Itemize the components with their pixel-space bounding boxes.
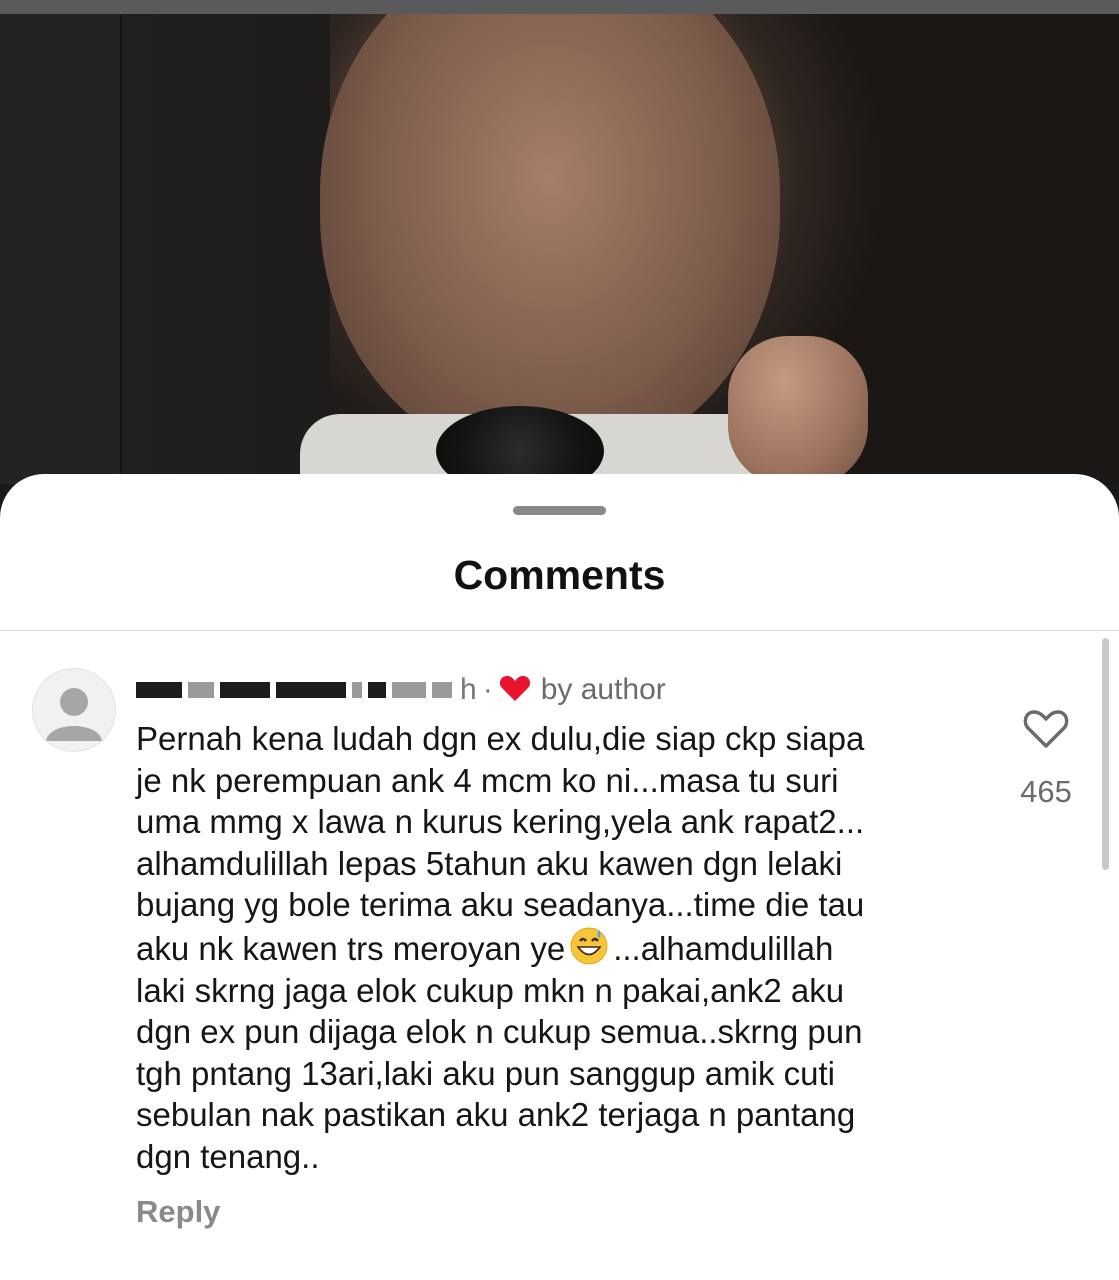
divider [0,630,1119,631]
comment-line: ...alhamdulillah [613,929,834,967]
comment-body: Pernah kena ludah dgn ex dulu,die siap c… [136,718,976,1178]
reply-button[interactable]: Reply [136,1194,220,1230]
comment-line: sebulan nak pastikan aku ank2 terjaga n … [136,1096,856,1134]
video-background [0,14,330,484]
comment-line: je nk perempuan ank 4 mcm ko ni...masa t… [136,761,839,799]
username-redacted[interactable] [136,682,452,698]
like-count: 465 [1020,774,1072,809]
video-player[interactable] [0,14,1119,484]
meta-separator: · [482,673,493,706]
comments-sheet: Comments h · by author Pernah kena ludah… [0,474,1119,1280]
liked-by-author-label: by author [540,673,666,706]
default-avatar-icon[interactable] [32,668,116,752]
comment-meta: h · by author [136,670,666,710]
heart-outline-icon[interactable] [1022,708,1070,755]
comment-time: h [460,673,477,706]
comment-line: tgh pntang 13ari,laki aku pun sanggup am… [136,1054,835,1092]
video-background-line [120,14,122,484]
comment-line: uma mmg x lawa n kurus kering,yela ank r… [136,803,865,841]
sheet-title: Comments [453,552,666,598]
comment-line: bujang yg bole terima aku seadanya...tim… [136,886,865,924]
comment-line: aku nk kawen trs meroyan ye [136,929,566,967]
comment-line: Pernah kena ludah dgn ex dulu,die siap c… [136,720,865,757]
comment-line: dgn tenang.. [136,1137,320,1175]
status-bar [0,0,1119,14]
scrollbar[interactable] [1102,638,1109,870]
video-face [320,14,780,464]
grinning-sweat-emoji [570,927,608,965]
comment-line-with-emoji: aku nk kawen trs meroyan ye ...alhamduli… [136,926,976,970]
comment-line: laki skrng jaga elok cukup mkn n pakai,a… [136,971,845,1009]
comment-line: alhamdulillah lepas 5tahun aku kawen dgn… [136,844,843,882]
video-hand [728,336,868,484]
drag-handle[interactable] [513,506,606,515]
heart-filled-icon [499,674,531,707]
comment-line: dgn ex pun dijaga elok n cukup semua..sk… [136,1013,863,1051]
